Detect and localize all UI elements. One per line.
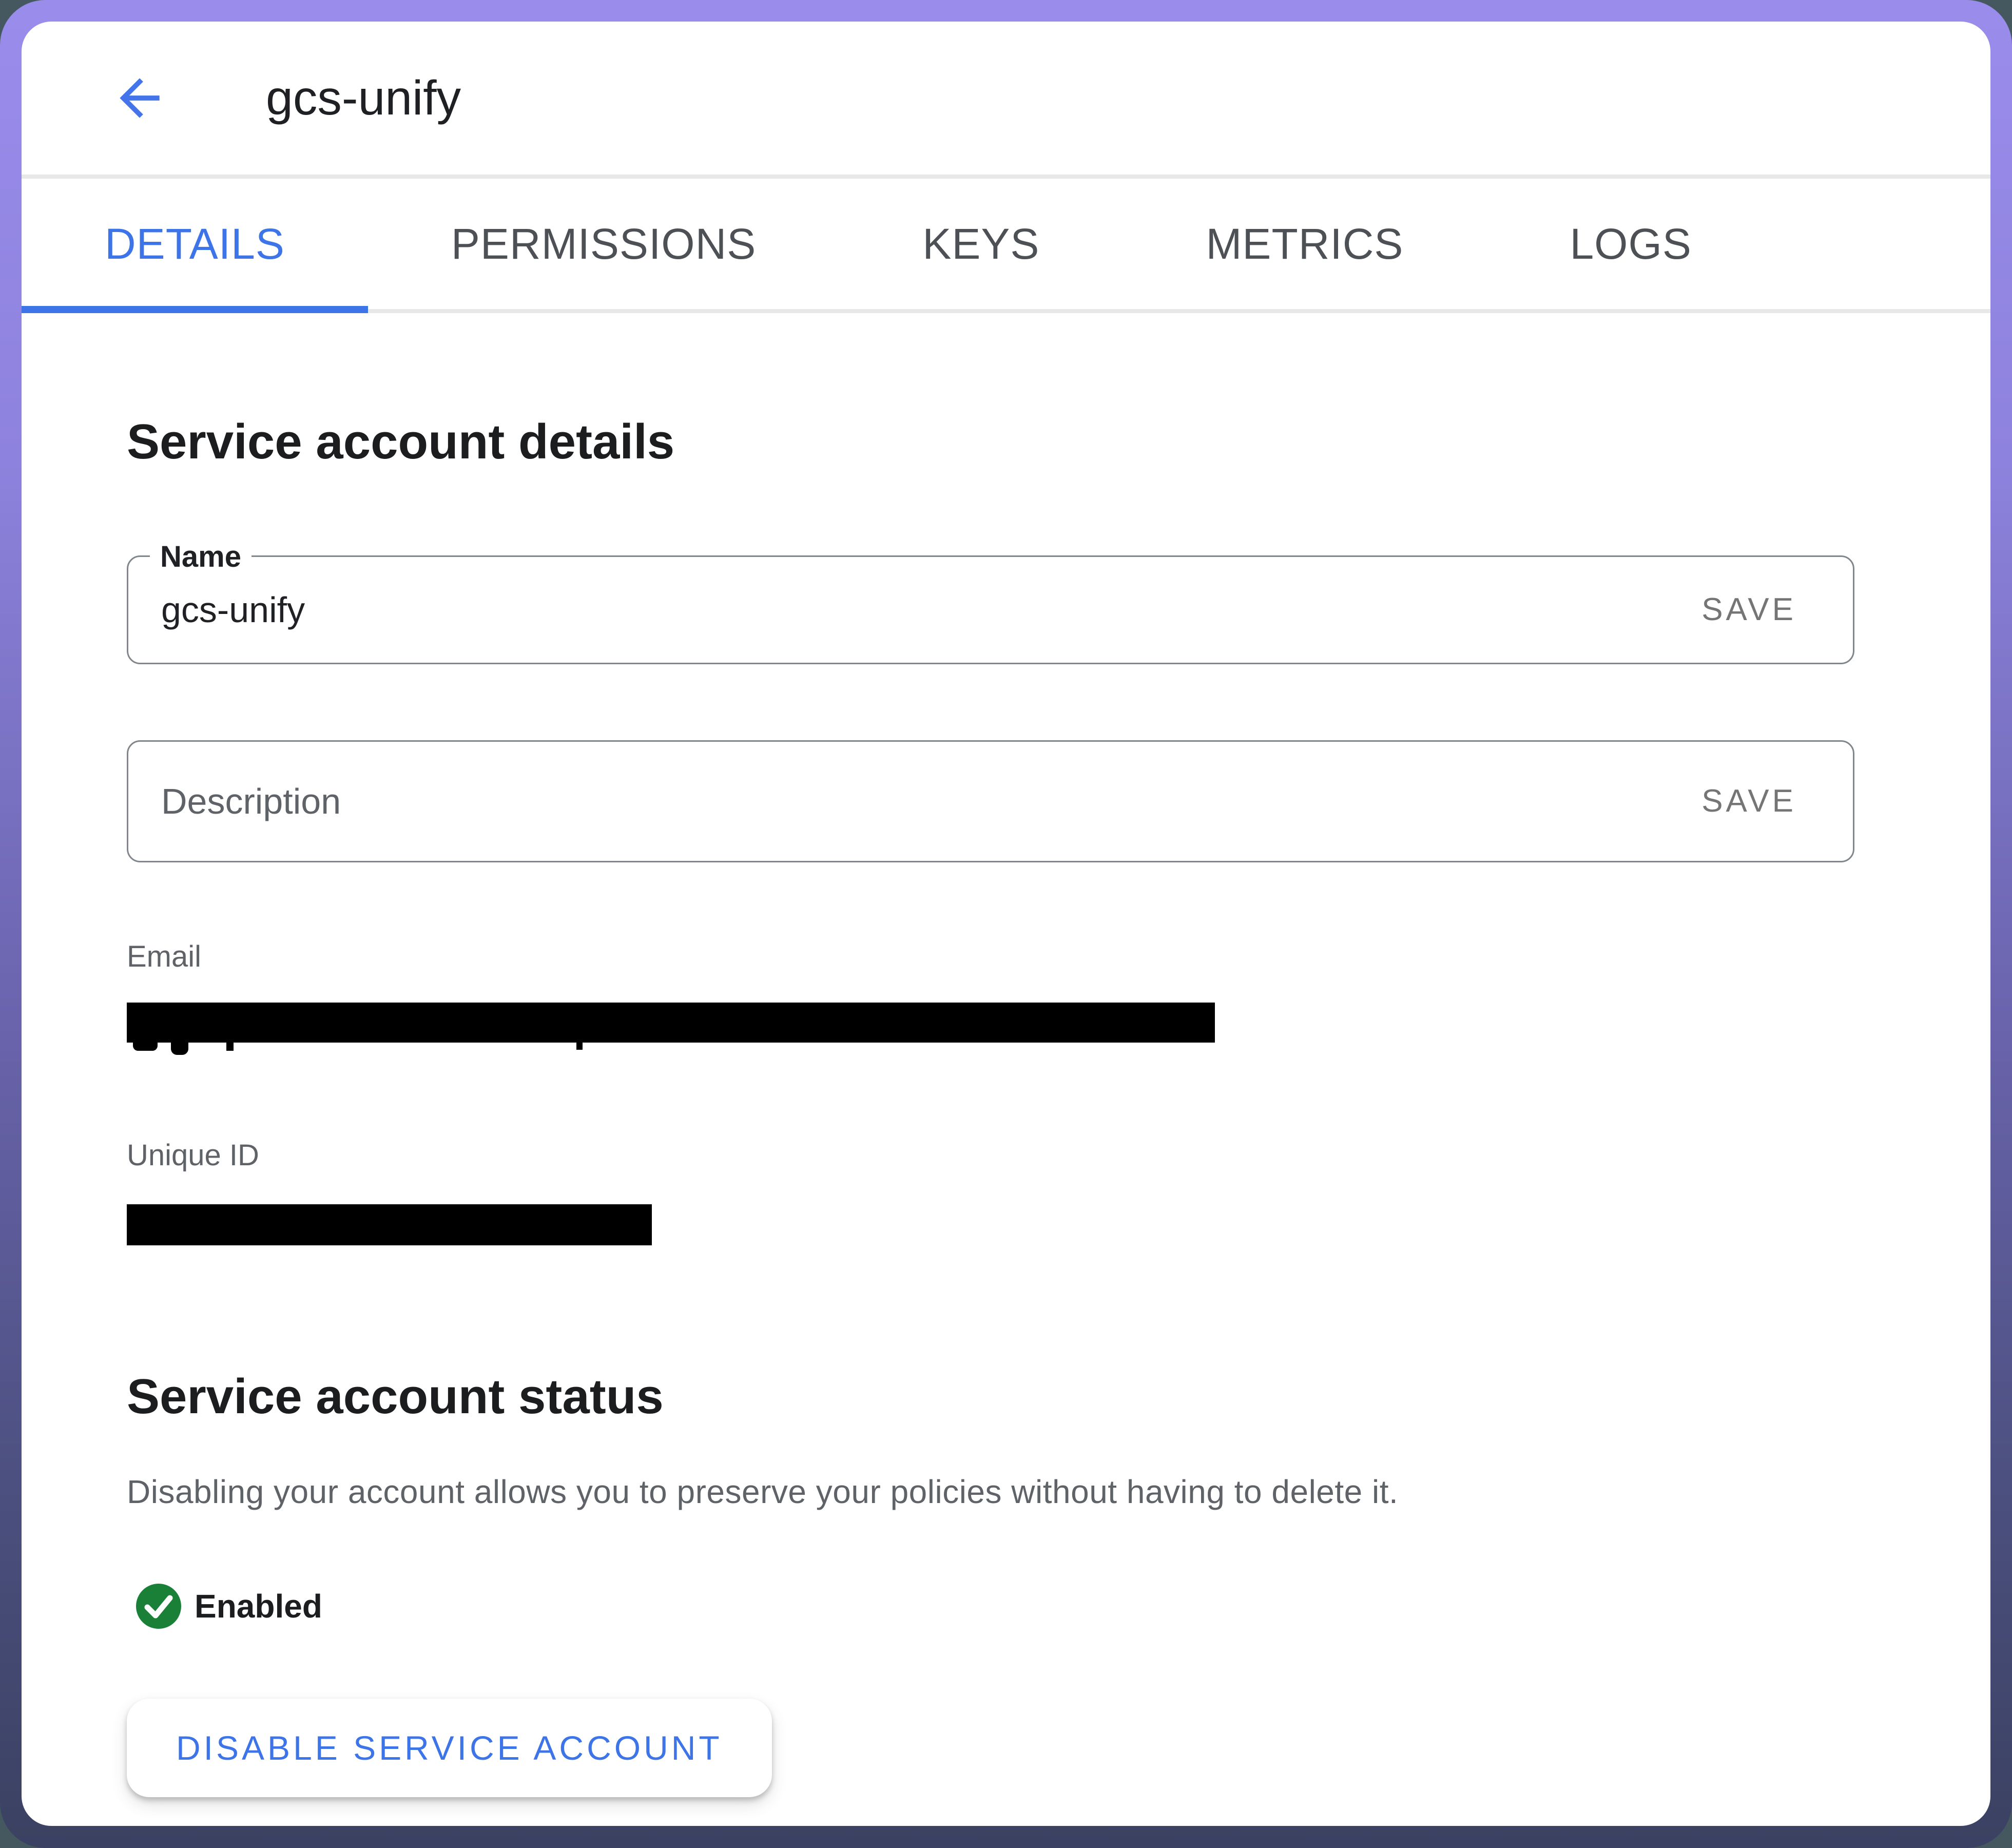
email-redaction-bar	[127, 1003, 1215, 1043]
tab-details[interactable]: DETAILS	[22, 179, 368, 309]
name-field[interactable]: Name gcs-unify SAVE	[127, 555, 1854, 664]
tab-keys[interactable]: KEYS	[839, 179, 1123, 309]
tab-bar: DETAILS PERMISSIONS KEYS METRICS LOGS	[22, 179, 1990, 313]
panel-header: gcs-unify	[22, 22, 1990, 179]
redaction-artifact	[171, 1043, 188, 1055]
name-input[interactable]: gcs-unify	[161, 589, 1696, 630]
disable-service-account-button[interactable]: DISABLE SERVICE ACCOUNT	[127, 1699, 772, 1797]
window-frame: gcs-unify DETAILS PERMISSIONS KEYS METRI…	[0, 0, 2012, 1848]
email-group: Email	[127, 939, 1854, 1043]
tab-permissions[interactable]: PERMISSIONS	[368, 179, 839, 309]
desktop-background: gcs-unify DETAILS PERMISSIONS KEYS METRI…	[0, 0, 2012, 1848]
section-heading-details: Service account details	[127, 415, 1854, 469]
arrow-left-icon	[110, 68, 169, 128]
description-field[interactable]: Description SAVE	[127, 740, 1854, 862]
status-badge: Enabled	[195, 1587, 322, 1625]
unique-id-label: Unique ID	[127, 1138, 1854, 1172]
email-label: Email	[127, 939, 1854, 974]
tab-logs[interactable]: LOGS	[1486, 179, 1774, 309]
back-button[interactable]	[109, 67, 170, 129]
name-field-label: Name	[150, 540, 252, 574]
page-title: gcs-unify	[266, 70, 461, 126]
unique-id-group: Unique ID	[127, 1138, 1854, 1245]
section-heading-status: Service account status	[127, 1370, 1854, 1424]
unique-id-redaction-bar	[127, 1204, 652, 1245]
check-circle-icon	[134, 1582, 183, 1631]
redaction-artifact	[226, 1043, 234, 1051]
status-description: Disabling your account allows you to pre…	[127, 1473, 1854, 1511]
name-save-button[interactable]: SAVE	[1696, 581, 1802, 638]
description-save-button[interactable]: SAVE	[1696, 773, 1802, 830]
redaction-artifact	[133, 1043, 158, 1051]
redaction-artifact	[576, 1043, 583, 1050]
details-content: Service account details Name gcs-unify S…	[22, 415, 1990, 1797]
service-account-panel: gcs-unify DETAILS PERMISSIONS KEYS METRI…	[22, 22, 1990, 1826]
description-input[interactable]: Description	[161, 781, 1696, 822]
tab-metrics[interactable]: METRICS	[1123, 179, 1486, 309]
status-row: Enabled	[134, 1582, 1854, 1631]
